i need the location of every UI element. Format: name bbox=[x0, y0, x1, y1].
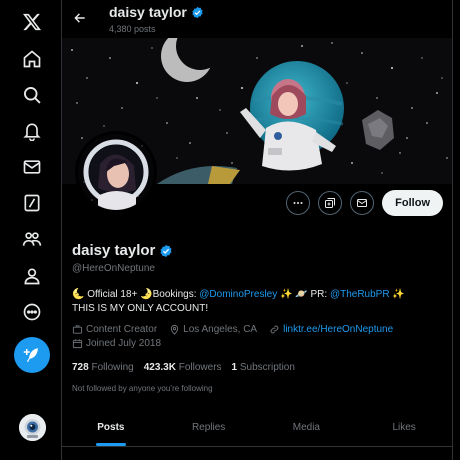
search-icon[interactable] bbox=[14, 77, 50, 113]
profile-joined-row: Joined July 2018 bbox=[72, 338, 161, 349]
website-link[interactable]: linktr.ee/HereOnNeptune bbox=[283, 324, 393, 335]
profile-tabs: Posts Replies Media Likes bbox=[62, 409, 452, 447]
feather-plus-icon bbox=[23, 348, 38, 362]
briefcase-icon bbox=[72, 325, 83, 334]
profile-actions: Follow bbox=[286, 190, 443, 216]
profile-display-name: daisy taylor bbox=[72, 242, 173, 259]
account-avatar[interactable] bbox=[19, 414, 46, 441]
location-text: Los Angeles, CA bbox=[183, 324, 258, 335]
ellipsis-icon bbox=[293, 202, 303, 204]
bell-icon[interactable] bbox=[14, 113, 50, 149]
profile-meta-row: Content Creator Los Angeles, CA linktr.e… bbox=[72, 324, 393, 335]
follow-button[interactable]: Follow bbox=[382, 190, 443, 216]
profile-column: daisy taylor 4,380 posts Follow daisy ta… bbox=[62, 0, 453, 460]
bookings-mention-link[interactable]: @DominoPresley bbox=[199, 289, 277, 300]
followers-stat[interactable]: 423.3K Followers bbox=[144, 362, 222, 373]
sidebar-nav bbox=[0, 0, 62, 460]
following-stat[interactable]: 728 Following bbox=[72, 362, 134, 373]
post-count: 4,380 posts bbox=[109, 24, 156, 34]
subscription-icon bbox=[325, 198, 336, 208]
subscription-stat[interactable]: 1 Subscription bbox=[232, 362, 295, 373]
grok-icon[interactable] bbox=[14, 185, 50, 221]
website-item[interactable]: linktr.ee/HereOnNeptune bbox=[269, 324, 393, 335]
following-count: 728 bbox=[72, 362, 89, 373]
verified-badge-icon bbox=[160, 244, 172, 257]
followers-count: 423.3K bbox=[143, 362, 176, 373]
tab-media[interactable]: Media bbox=[258, 409, 356, 446]
profile-bio: 🌜 Official 18+ 🌛Bookings: @DominoPresley… bbox=[72, 288, 447, 316]
joined-text: Joined July 2018 bbox=[86, 338, 162, 349]
tab-posts[interactable]: Posts bbox=[62, 409, 160, 446]
more-options-button[interactable] bbox=[286, 191, 311, 215]
category-item: Content Creator bbox=[72, 324, 157, 335]
bio-text: 🌜 Official 18+ 🌛Bookings: bbox=[72, 289, 200, 300]
display-name-text: daisy taylor bbox=[72, 242, 156, 259]
profile-avatar[interactable] bbox=[75, 131, 157, 213]
subscription-label: Subscription bbox=[239, 362, 295, 373]
pr-mention-link[interactable]: @TheRubPR bbox=[330, 289, 390, 300]
header-name: daisy taylor bbox=[109, 4, 204, 20]
post-button[interactable] bbox=[14, 337, 50, 373]
mail-icon[interactable] bbox=[14, 149, 50, 185]
location-pin-icon bbox=[170, 324, 179, 335]
bio-line-2: THIS IS MY ONLY ACCOUNT! bbox=[72, 303, 209, 314]
tab-likes[interactable]: Likes bbox=[355, 409, 452, 446]
profile-icon[interactable] bbox=[14, 258, 50, 294]
profile-header-bar: daisy taylor 4,380 posts bbox=[62, 0, 452, 38]
calendar-icon bbox=[72, 339, 83, 349]
message-button[interactable] bbox=[350, 191, 375, 215]
home-icon[interactable] bbox=[14, 41, 50, 77]
x-logo-icon[interactable] bbox=[14, 4, 50, 40]
link-icon bbox=[270, 325, 279, 334]
bio-text: ✨ bbox=[389, 289, 405, 300]
communities-icon[interactable] bbox=[14, 221, 50, 257]
tab-replies[interactable]: Replies bbox=[160, 409, 258, 446]
mail-icon bbox=[357, 199, 368, 207]
joined-item: Joined July 2018 bbox=[72, 338, 161, 349]
profile-stats: 728 Following 423.3K Followers 1 Subscri… bbox=[72, 362, 295, 373]
not-followed-note: Not followed by anyone you’re following bbox=[72, 384, 213, 393]
category-text: Content Creator bbox=[86, 324, 158, 335]
back-arrow-icon[interactable] bbox=[70, 8, 90, 28]
verified-badge-icon bbox=[192, 6, 203, 18]
subscription-count: 1 bbox=[231, 362, 238, 373]
bio-text: ✨ 🪐 PR: bbox=[277, 289, 330, 300]
followers-label: Followers bbox=[178, 362, 222, 373]
subscribe-button[interactable] bbox=[318, 191, 343, 215]
header-name-text: daisy taylor bbox=[109, 4, 187, 20]
profile-handle: @HereOnNeptune bbox=[72, 263, 155, 274]
following-label: Following bbox=[91, 362, 134, 373]
location-item: Los Angeles, CA bbox=[169, 324, 257, 335]
more-icon[interactable] bbox=[14, 294, 50, 330]
